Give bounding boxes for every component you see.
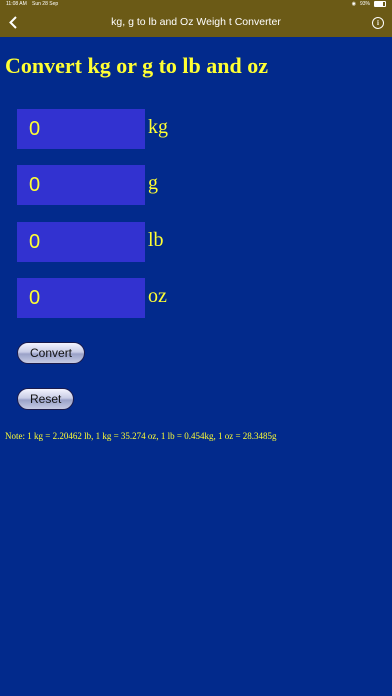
reset-button[interactable]: Reset [17,388,75,410]
convert-button[interactable]: Convert [17,342,86,364]
chevron-left-icon [9,15,17,29]
oz-input[interactable] [17,278,145,318]
g-row: g [17,165,217,205]
nav-title: kg, g to lb and Oz Weigh t Converter [111,16,281,28]
lb-row: lb [17,222,217,262]
status-time: 11:08 AM [6,1,27,7]
lb-unit-label: lb [148,229,164,251]
battery-percent: 93% [359,1,370,7]
conversion-note: Note: 1 kg = 2.20462 lb, 1 kg = 35.274 o… [5,431,277,441]
kg-row: kg [17,109,217,149]
g-unit-label: g [148,172,158,194]
battery-icon [374,1,386,7]
wifi-icon: ◉ [351,1,356,7]
g-input[interactable] [17,165,145,205]
lb-input[interactable] [17,222,145,262]
kg-unit-label: kg [148,116,168,138]
status-bar: 11:08 AM Sun 28 Sep ◉ 93% [0,0,392,8]
page-title: Convert kg or g to lb and oz [5,53,268,78]
status-date: Sun 28 Sep [32,1,59,7]
kg-input[interactable] [17,109,145,149]
navigation-bar: kg, g to lb and Oz Weigh t Converter i [0,8,392,37]
status-right: ◉ 93% [352,1,386,7]
oz-row: oz [17,278,217,318]
back-button[interactable] [6,14,20,30]
info-button[interactable]: i [372,17,384,29]
info-icon: i [377,19,379,27]
oz-unit-label: oz [148,285,167,307]
